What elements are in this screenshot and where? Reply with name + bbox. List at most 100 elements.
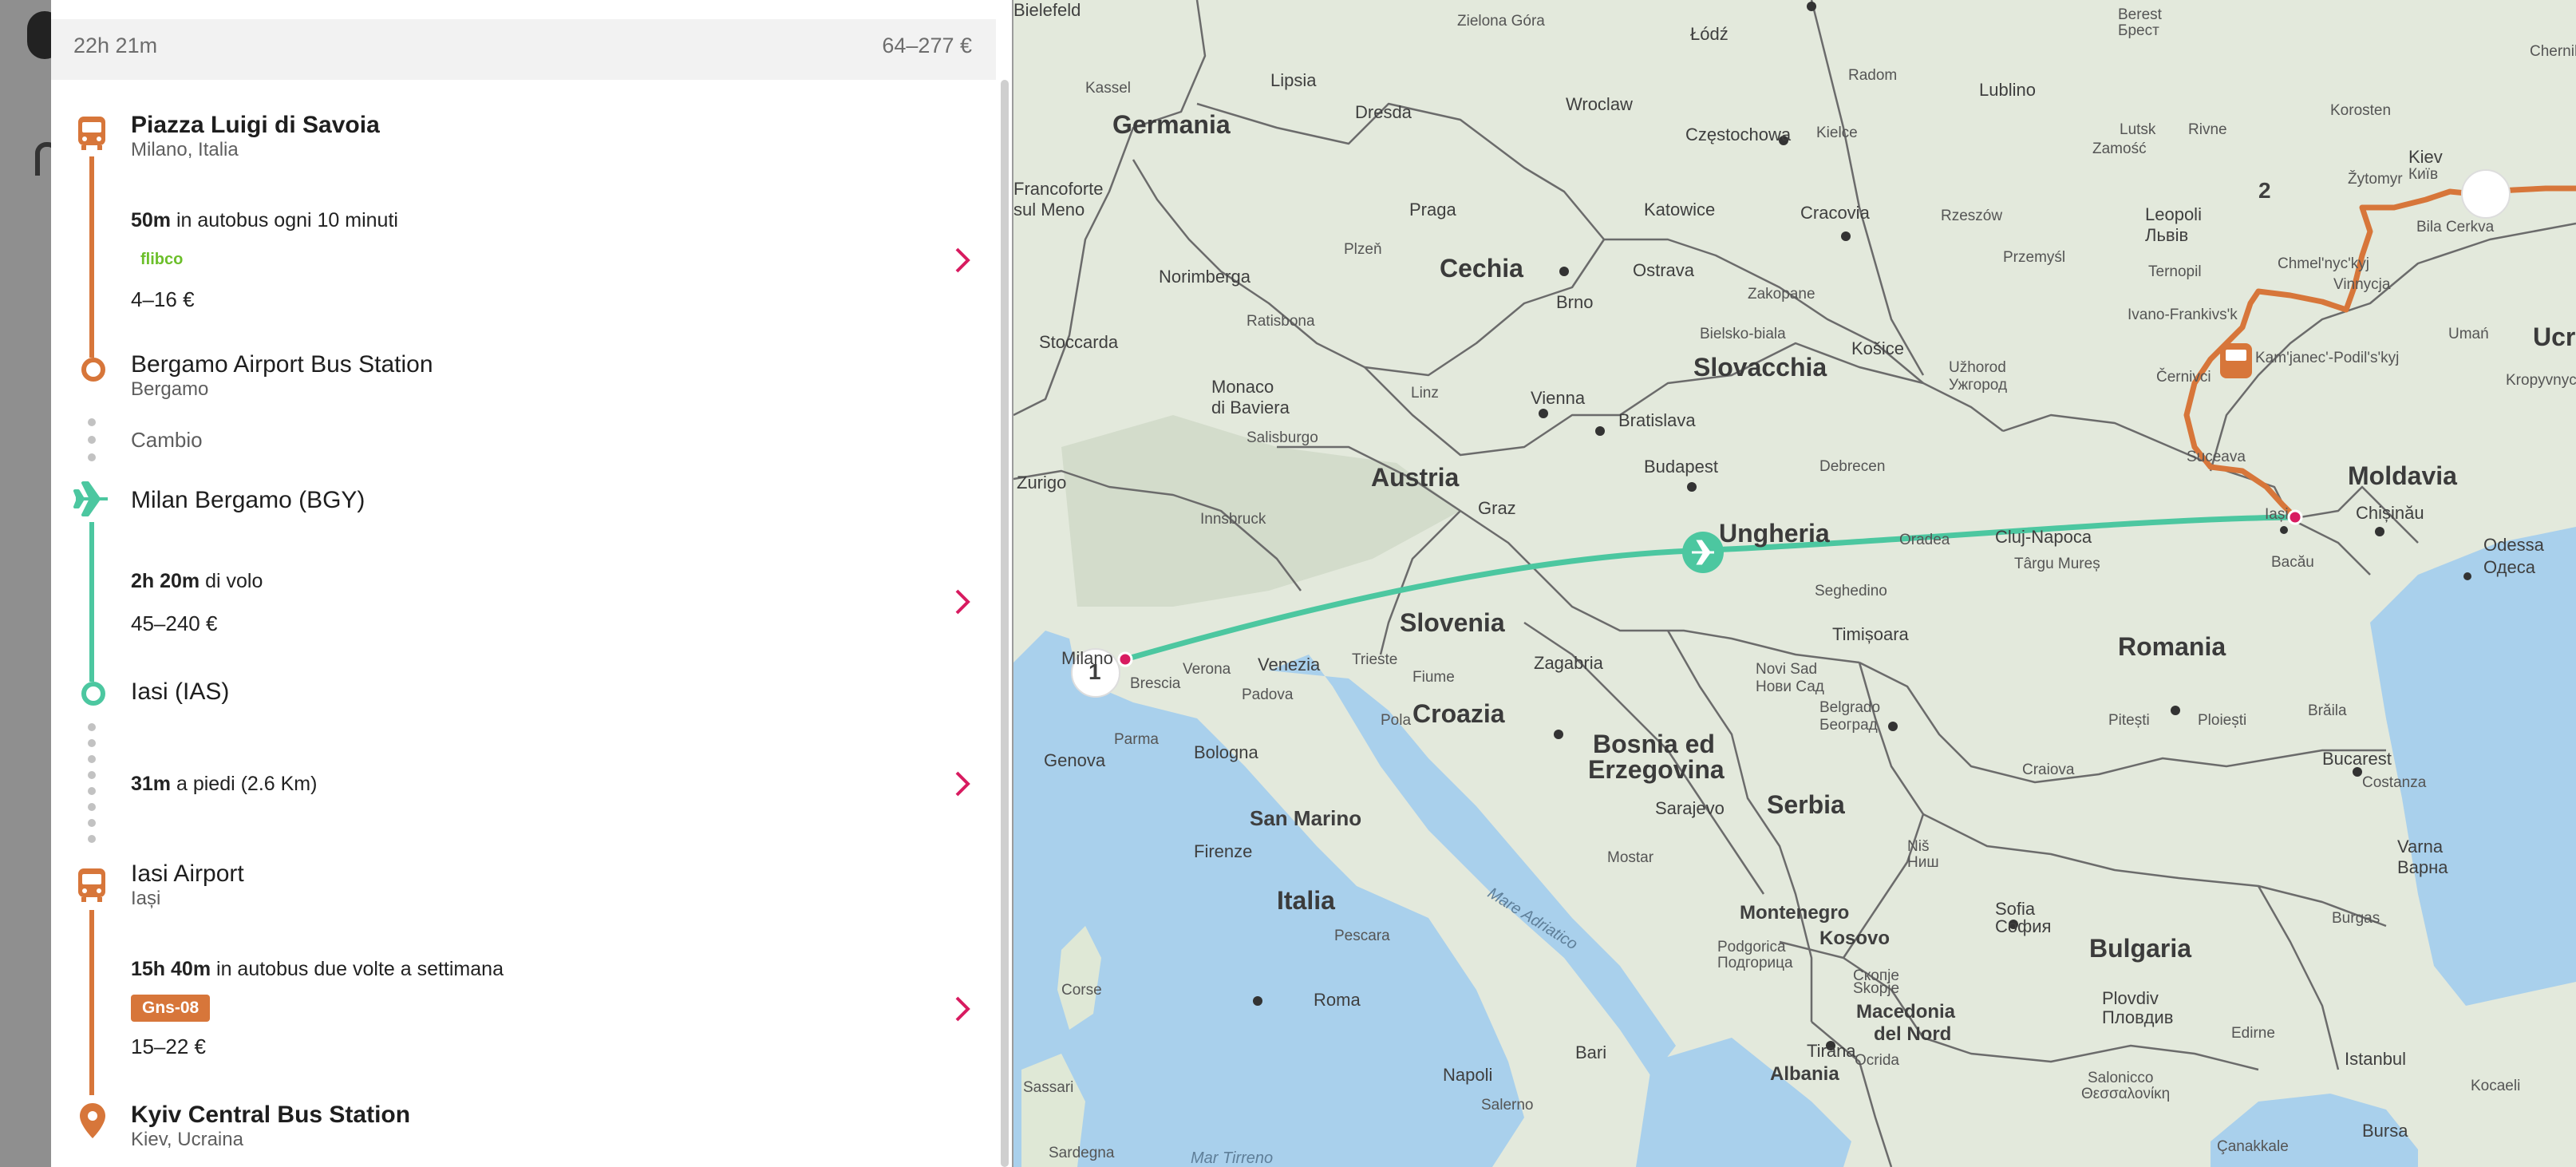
- city-label: Firenze: [1194, 841, 1253, 861]
- city-label: Verona: [1183, 661, 1231, 678]
- panel-scrollbar[interactable]: [1001, 80, 1009, 1167]
- route-map[interactable]: 2 1 Germania Cechia Slovacchia Austria U…: [1013, 0, 2576, 1167]
- walk-dot: [88, 819, 96, 827]
- city-label: Salisburgo: [1247, 429, 1318, 446]
- leg-duration: 2h 20m: [131, 570, 200, 592]
- route-summary: 22h 21m 64–277 €: [51, 19, 996, 80]
- city-label: Zielona Góra: [1457, 13, 1545, 30]
- country-label: Germania: [1112, 110, 1231, 139]
- origin-stop-title: Piazza Luigi di Savoia: [131, 112, 380, 138]
- city-label: Chișinău: [2356, 503, 2424, 523]
- leg-info: 15h 40m in autobus due volte a settimana: [131, 958, 504, 981]
- stop-marker: [81, 682, 105, 706]
- city-label: Sardegna: [1049, 1145, 1115, 1161]
- city-label: Černivci: [2156, 369, 2211, 386]
- city-label: Одеса: [2483, 557, 2535, 577]
- city-label: Podgorica: [1717, 939, 1786, 955]
- city-label: Częstochowa: [1685, 125, 1792, 144]
- city-label: Lublino: [1979, 80, 2036, 100]
- city-label: Norimberga: [1159, 267, 1250, 287]
- city-label: Ниш: [1907, 854, 1939, 871]
- city-label: Niš: [1907, 838, 1930, 855]
- country-label: Ucraina: [2533, 322, 2576, 351]
- plane-icon: [73, 481, 108, 516]
- country-label: Slovacchia: [1693, 353, 1827, 382]
- city-label: Rivne: [2188, 121, 2227, 138]
- city-label: Odessa: [2483, 535, 2544, 555]
- city-label: Kropyvnyc'kyj: [2506, 372, 2576, 389]
- city-label: Bucarest: [2322, 749, 2392, 769]
- leg-duration: 31m: [131, 773, 172, 795]
- walk-dot: [88, 803, 96, 811]
- city-label: Stoccarda: [1039, 332, 1119, 352]
- city-label: Београд: [1819, 717, 1878, 734]
- leg-duration: 50m: [131, 209, 172, 231]
- chevron-right-icon[interactable]: [950, 993, 974, 1025]
- city-label: Θεσσαλονίκη: [2081, 1086, 2171, 1102]
- destination-stop-city: Kiev, Ucraina: [131, 1129, 243, 1150]
- chevron-right-icon[interactable]: [950, 768, 974, 800]
- transfer-dot: [88, 436, 96, 444]
- city-label: Dresda: [1355, 102, 1412, 122]
- leg-mode-text: in autobus ogni 10 minuti: [171, 209, 398, 231]
- country-label: Austria: [1371, 463, 1460, 492]
- map-marker-label[interactable]: 2: [2258, 178, 2271, 204]
- city-label: Venezia: [1258, 655, 1321, 674]
- bus-leg-line: [89, 156, 94, 358]
- city-label: Radom: [1848, 67, 1898, 84]
- city-label: Львів: [2145, 225, 2189, 245]
- chevron-right-icon[interactable]: [950, 586, 974, 618]
- stop-title: Iasi Airport: [131, 860, 244, 887]
- city-label: Târgu Mureș: [2014, 556, 2100, 572]
- leg-duration: 15h 40m: [131, 958, 211, 980]
- city-label: Zakopane: [1748, 286, 1815, 303]
- city-label: Salonicco: [2088, 1070, 2154, 1086]
- city-label: Zamość: [2092, 140, 2147, 157]
- city-label: Брест: [2118, 22, 2159, 39]
- city-label: Bratislava: [1618, 410, 1696, 430]
- country-label: Bulgaria: [2089, 934, 2192, 963]
- city-label: Fiume: [1412, 669, 1455, 686]
- city-label: Ivano-Frankivs'k: [2128, 307, 2238, 323]
- city-label: Vienna: [1531, 388, 1586, 408]
- city-label: Варна: [2397, 857, 2448, 877]
- city-label: Sassari: [1023, 1079, 1074, 1096]
- city-label: Graz: [1478, 498, 1516, 518]
- leg-mode-text: di volo: [200, 570, 263, 592]
- city-label: Parma: [1114, 731, 1159, 748]
- country-label: Serbia: [1767, 790, 1845, 819]
- city-label: Belgrado: [1819, 699, 1881, 716]
- map-canvas[interactable]: [1013, 0, 2576, 1167]
- walk-dot: [88, 723, 96, 731]
- city-label: Ужгород: [1949, 377, 2008, 394]
- city-label: Užhorod: [1949, 359, 2006, 376]
- city-label: Iași: [2265, 506, 2289, 523]
- city-label: Ternopil: [2148, 263, 2202, 280]
- stop-city: Bergamo: [131, 378, 209, 400]
- city-label: Pescara: [1334, 928, 1390, 944]
- city-label: Bielefeld: [1013, 0, 1081, 20]
- country-label: Ungheria: [1719, 519, 1830, 548]
- city-label: Zurigo: [1017, 473, 1067, 493]
- city-label: Kielce: [1816, 125, 1858, 141]
- walk-dot: [88, 755, 96, 763]
- country-label: Slovenia: [1400, 608, 1505, 637]
- city-label: Brescia: [1130, 675, 1181, 692]
- city-label: Oradea: [1899, 532, 1950, 548]
- city-label: Нови Сад: [1756, 678, 1824, 695]
- city-label: Zagabria: [1534, 653, 1603, 673]
- city-label: Pola: [1381, 712, 1412, 729]
- city-label: Київ: [2408, 166, 2439, 183]
- city-label: Debrecen: [1819, 458, 1886, 475]
- country-label: Macedonia: [1856, 1001, 1956, 1023]
- city-label: Kam'janec'-Podil's'kyj: [2255, 350, 2400, 366]
- city-label: Monaco: [1211, 377, 1274, 397]
- city-label: Pitești: [2108, 712, 2150, 729]
- chevron-right-icon[interactable]: [950, 244, 974, 276]
- city-label: Timișoara: [1832, 624, 1909, 644]
- city-label: Ocrida: [1855, 1052, 1899, 1069]
- leg-price: 4–16 €: [131, 287, 195, 311]
- country-label: Cechia: [1440, 254, 1523, 283]
- city-label: Chernihiv: [2530, 43, 2576, 60]
- city-label: Brno: [1556, 292, 1594, 312]
